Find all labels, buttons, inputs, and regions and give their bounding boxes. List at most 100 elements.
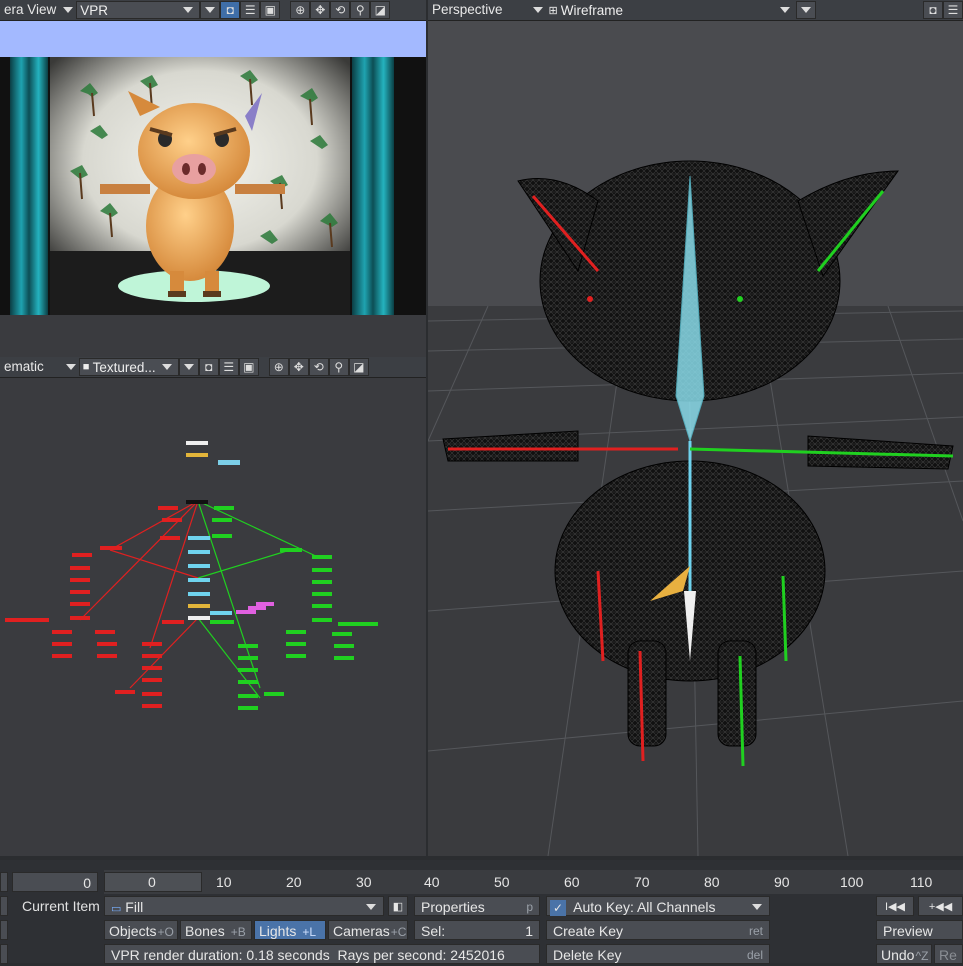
move-icon[interactable]: ⊕ — [268, 358, 289, 376]
delete-key-button[interactable]: Delete Key del — [546, 944, 770, 964]
left-stub-button[interactable] — [0, 896, 8, 916]
left-stub-button[interactable] — [0, 944, 8, 964]
tick-label: 110 — [910, 874, 933, 890]
current-item-value: Fill — [125, 899, 144, 915]
maximize-icon[interactable]: ◪ — [348, 358, 369, 376]
sel-label: Sel: — [421, 923, 446, 939]
check-icon[interactable]: ✓ — [550, 900, 566, 916]
status-text: VPR render duration: 0.18 seconds Rays p… — [111, 947, 505, 963]
properties-shortcut: p — [526, 900, 533, 914]
top-left-viewport-header: era View VPR ◘ ☰ ▣ ⊕ ✥ ⟲ ⚲ ◪ — [0, 0, 426, 21]
cameras-label: Cameras — [333, 923, 390, 939]
list-icon[interactable]: ☰ — [218, 358, 239, 376]
frame-value: 0 — [83, 875, 91, 891]
save-icon[interactable]: ▣ — [260, 1, 281, 19]
chevron-down-icon — [183, 7, 194, 13]
chevron-down-icon — [366, 904, 376, 910]
objects-label: Objects — [109, 923, 157, 939]
tick-label: 20 — [286, 874, 302, 890]
chevron-down-icon[interactable] — [65, 364, 76, 370]
pan-icon[interactable]: ✥ — [288, 358, 309, 376]
tick-label: 80 — [704, 874, 720, 890]
move-icon[interactable]: ⊕ — [290, 1, 311, 19]
create-key-button[interactable]: Create Key ret — [546, 920, 770, 940]
redo-button[interactable]: Re — [934, 944, 963, 964]
cameras-button[interactable]: Cameras+C — [328, 920, 408, 940]
schematic-viewport[interactable] — [0, 378, 426, 856]
schematic-node-graph — [5, 441, 378, 710]
chevron-down-icon[interactable] — [200, 1, 221, 19]
tick-label: 60 — [564, 874, 580, 890]
chevron-down-icon — [779, 7, 790, 13]
perspective-viewport-header: Perspective ⊞ Wireframe ◘ ☰ — [428, 0, 963, 21]
create-key-label: Create Key — [553, 923, 624, 939]
auto-key-label: Auto Key: All Channels — [573, 899, 716, 915]
maximize-icon[interactable]: ◪ — [370, 1, 391, 19]
current-item-label: Current Item — [22, 898, 100, 914]
vpr-render-image — [0, 21, 426, 315]
rotate-icon[interactable]: ⟲ — [308, 358, 329, 376]
objects-button[interactable]: Objects+O — [104, 920, 178, 940]
wireframe-scene — [427, 21, 963, 857]
view-type-label[interactable]: Perspective — [428, 1, 507, 19]
bottom-left-viewport-header: ematic ■ Textured... ◘ ☰ ▣ ⊕ ✥ ⟲ ⚲ ◪ — [0, 357, 426, 378]
properties-label: Properties — [421, 899, 485, 915]
tick-label: 100 — [840, 874, 864, 890]
redo-label: Re — [939, 947, 957, 963]
go-to-start-button[interactable]: I◀◀ — [876, 896, 914, 916]
shading-label: Wireframe — [560, 2, 624, 18]
list-icon[interactable]: ☰ — [943, 1, 963, 19]
tick-label: 70 — [634, 874, 650, 890]
preview-label: Preview — [883, 923, 933, 939]
undo-shortcut: ^Z — [915, 949, 929, 963]
light-icon: ▭ — [111, 903, 122, 915]
camera-icon[interactable]: ◘ — [923, 1, 943, 19]
camera-icon[interactable]: ◘ — [220, 1, 241, 19]
zoom-icon[interactable]: ⚲ — [328, 358, 349, 376]
chevron-down-icon — [161, 364, 172, 370]
list-icon[interactable]: ☰ — [240, 1, 261, 19]
preview-button[interactable]: Preview — [876, 920, 963, 940]
undo-button[interactable]: Undo^Z — [876, 944, 932, 964]
chevron-down-icon[interactable] — [532, 7, 543, 13]
bottom-control-panel: 0 0 10 20 30 40 50 60 70 80 90 100 110 C… — [0, 860, 963, 964]
zoom-icon[interactable]: ⚲ — [350, 1, 371, 19]
previous-key-button[interactable]: +◀◀ — [918, 896, 963, 916]
pan-icon[interactable]: ✥ — [310, 1, 331, 19]
delete-key-label: Delete Key — [553, 947, 622, 963]
status-bar: VPR render duration: 0.18 seconds Rays p… — [104, 944, 540, 964]
render-mode-dropdown[interactable]: VPR — [76, 1, 201, 19]
view-type-label[interactable]: ematic — [0, 358, 48, 376]
tick-label: 50 — [494, 874, 510, 890]
chevron-down-icon[interactable] — [795, 1, 816, 19]
left-stub-button[interactable] — [0, 920, 8, 940]
create-key-shortcut: ret — [748, 924, 763, 938]
chevron-down-icon[interactable] — [178, 358, 199, 376]
frame-field[interactable]: 0 — [12, 872, 98, 892]
shading-dropdown[interactable]: ■ Textured... — [78, 358, 179, 376]
bones-button[interactable]: Bones +B — [180, 920, 252, 940]
tick-label: 10 — [216, 874, 232, 890]
current-item-dropdown[interactable]: ▭ Fill — [104, 896, 384, 916]
chevron-down-icon[interactable] — [63, 7, 74, 13]
chevron-down-icon — [752, 904, 762, 910]
textured-icon: ■ — [82, 361, 90, 373]
view-type-label[interactable]: era View — [0, 1, 60, 19]
lights-shortcut: +L — [302, 925, 317, 939]
camera-icon[interactable]: ◘ — [198, 358, 219, 376]
vpr-viewport[interactable] — [0, 21, 426, 357]
shading-dropdown[interactable]: ⊞ Wireframe — [546, 1, 796, 19]
start-frame-stub[interactable] — [0, 872, 8, 892]
item-options-button[interactable]: ◧ — [388, 896, 408, 916]
lights-button[interactable]: Lights +L — [254, 920, 326, 940]
tick-label: 90 — [774, 874, 790, 890]
auto-key-dropdown[interactable]: ✓ Auto Key: All Channels — [546, 896, 770, 916]
properties-button[interactable]: Properties p — [414, 896, 540, 916]
perspective-viewport[interactable] — [427, 21, 963, 857]
timeline-ruler[interactable]: 0 10 20 30 40 50 60 70 80 90 100 110 — [104, 870, 963, 894]
rotate-icon[interactable]: ⟲ — [330, 1, 351, 19]
bones-label: Bones — [185, 923, 225, 939]
tick-label: 30 — [356, 874, 372, 890]
bones-shortcut: +B — [230, 925, 246, 939]
save-icon[interactable]: ▣ — [238, 358, 259, 376]
